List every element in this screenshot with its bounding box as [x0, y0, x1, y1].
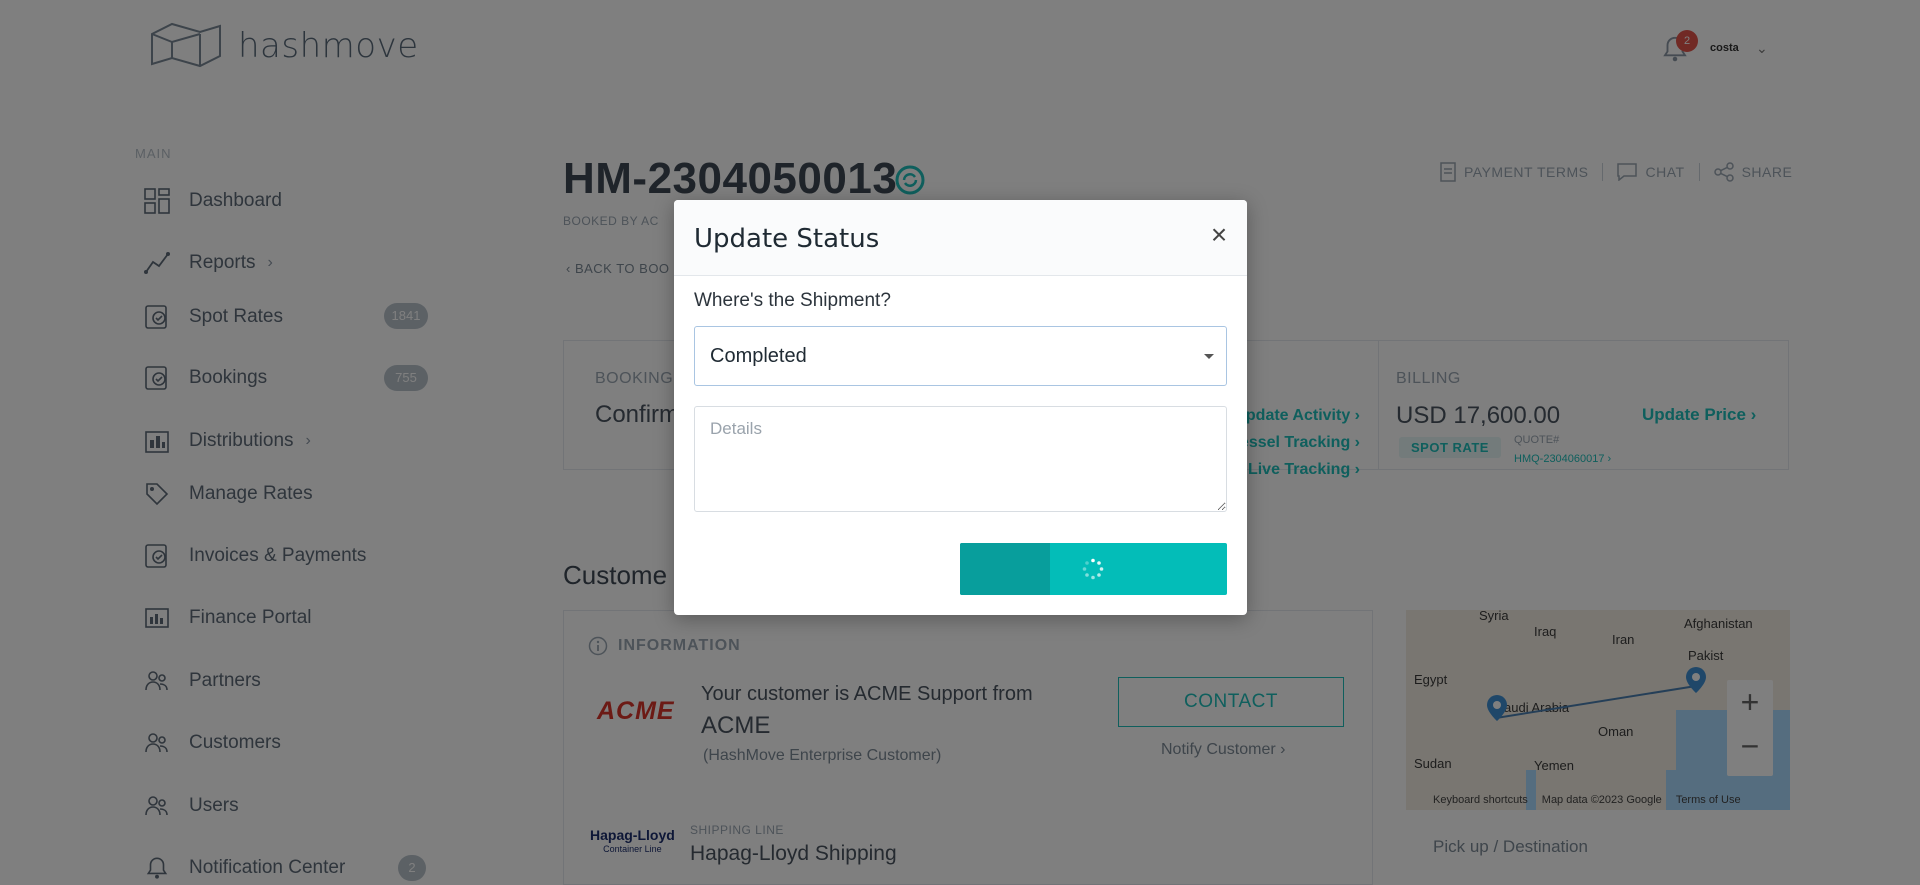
close-icon[interactable]: ×: [1204, 220, 1234, 250]
modal-header: Update Status ×: [674, 200, 1247, 276]
modal-title: Update Status: [694, 224, 880, 254]
selected-status: Completed: [710, 345, 807, 367]
update-status-modal: Update Status × Where's the Shipment? Co…: [674, 200, 1247, 615]
shipment-status-select[interactable]: Completed: [694, 326, 1227, 386]
submit-button-loading[interactable]: [960, 543, 1227, 595]
chevron-down-icon: [1204, 354, 1214, 359]
shipment-question-label: Where's the Shipment?: [694, 290, 891, 311]
submit-button-progress: [960, 543, 1050, 595]
loading-spinner-icon: [1082, 558, 1104, 580]
details-textarea[interactable]: [694, 406, 1227, 512]
